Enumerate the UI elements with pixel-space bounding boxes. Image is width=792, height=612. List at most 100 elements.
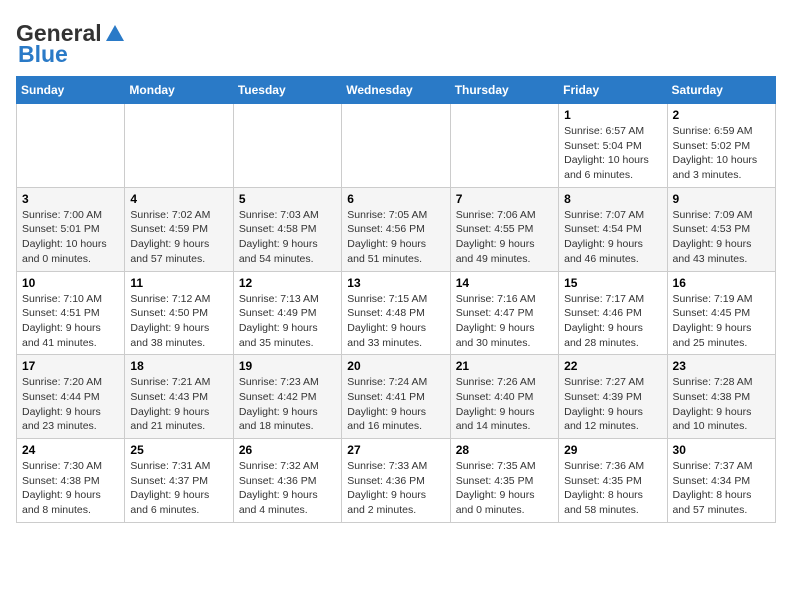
day-number: 3 [22,192,119,206]
calendar-week-row: 10Sunrise: 7:10 AMSunset: 4:51 PMDayligh… [17,271,776,355]
day-info: Sunrise: 7:15 AMSunset: 4:48 PMDaylight:… [347,292,444,351]
calendar-cell: 21 Sunrise: 7:26 AMSunset: 4:40 PMDayligh… [450,355,558,439]
day-info: Sunrise: 7:33 AMSunset: 4:36 PMDaylight:… [347,459,444,518]
calendar-cell: 10Sunrise: 7:10 AMSunset: 4:51 PMDayligh… [17,271,125,355]
calendar-cell: 16Sunrise: 7:19 AMSunset: 4:45 PMDayligh… [667,271,775,355]
day-info: Sunrise: 6:57 AMSunset: 5:04 PMDaylight:… [564,124,661,183]
calendar-table: SundayMondayTuesdayWednesdayThursdayFrid… [16,76,776,523]
calendar-cell: 29 Sunrise: 7:36 AMSunset: 4:35 PMDayligh… [559,439,667,523]
logo-blue: Blue [18,41,68,68]
day-number: 28 [456,443,553,457]
day-info: Sunrise: 7:17 AMSunset: 4:46 PMDaylight:… [564,292,661,351]
calendar-cell: 12Sunrise: 7:13 AMSunset: 4:49 PMDayligh… [233,271,341,355]
calendar-cell: 24 Sunrise: 7:30 AMSunset: 4:38 PMDayligh… [17,439,125,523]
calendar-cell [125,104,233,188]
day-number: 1 [564,108,661,122]
day-info: Sunrise: 7:36 AMSunset: 4:35 PMDaylight:… [564,459,661,518]
calendar-cell: 4Sunrise: 7:02 AMSunset: 4:59 PMDaylight… [125,187,233,271]
calendar-cell: 15 Sunrise: 7:17 AMSunset: 4:46 PMDayligh… [559,271,667,355]
day-number: 30 [673,443,770,457]
calendar-week-row: 3 Sunrise: 7:00 AMSunset: 5:01 PMDaylight… [17,187,776,271]
calendar-header-row: SundayMondayTuesdayWednesdayThursdayFrid… [17,77,776,104]
day-info: Sunrise: 7:23 AMSunset: 4:42 PMDaylight:… [239,375,336,434]
calendar-cell [17,104,125,188]
weekday-header: Friday [559,77,667,104]
weekday-header: Tuesday [233,77,341,104]
calendar-cell: 23 Sunrise: 7:28 AMSunset: 4:38 PMDayligh… [667,355,775,439]
calendar-week-row: 1 Sunrise: 6:57 AMSunset: 5:04 PMDaylight… [17,104,776,188]
day-number: 5 [239,192,336,206]
calendar-cell: 20Sunrise: 7:24 AMSunset: 4:41 PMDayligh… [342,355,450,439]
calendar-week-row: 17 Sunrise: 7:20 AMSunset: 4:44 PMDayligh… [17,355,776,439]
calendar-cell: 27 Sunrise: 7:33 AMSunset: 4:36 PMDayligh… [342,439,450,523]
page-header: General Blue [16,16,776,68]
day-number: 29 [564,443,661,457]
day-number: 22 [564,359,661,373]
day-number: 18 [130,359,227,373]
calendar-cell: 17 Sunrise: 7:20 AMSunset: 4:44 PMDayligh… [17,355,125,439]
day-info: Sunrise: 7:37 AMSunset: 4:34 PMDaylight:… [673,459,770,518]
day-number: 21 [456,359,553,373]
day-info: Sunrise: 7:07 AMSunset: 4:54 PMDaylight:… [564,208,661,267]
day-info: Sunrise: 7:28 AMSunset: 4:38 PMDaylight:… [673,375,770,434]
day-number: 27 [347,443,444,457]
day-info: Sunrise: 7:27 AMSunset: 4:39 PMDaylight:… [564,375,661,434]
day-number: 14 [456,276,553,290]
weekday-header: Thursday [450,77,558,104]
day-info: Sunrise: 7:09 AMSunset: 4:53 PMDaylight:… [673,208,770,267]
day-info: Sunrise: 7:32 AMSunset: 4:36 PMDaylight:… [239,459,336,518]
day-info: Sunrise: 7:21 AMSunset: 4:43 PMDaylight:… [130,375,227,434]
day-info: Sunrise: 7:00 AMSunset: 5:01 PMDaylight:… [22,208,119,267]
day-number: 11 [130,276,227,290]
day-info: Sunrise: 7:03 AMSunset: 4:58 PMDaylight:… [239,208,336,267]
calendar-cell [450,104,558,188]
weekday-header: Wednesday [342,77,450,104]
calendar-cell: 25Sunrise: 7:31 AMSunset: 4:37 PMDayligh… [125,439,233,523]
day-info: Sunrise: 7:26 AMSunset: 4:40 PMDaylight:… [456,375,553,434]
day-number: 7 [456,192,553,206]
day-number: 6 [347,192,444,206]
logo: General Blue [16,20,126,68]
calendar-cell: 9Sunrise: 7:09 AMSunset: 4:53 PMDaylight… [667,187,775,271]
day-number: 8 [564,192,661,206]
weekday-header: Sunday [17,77,125,104]
day-info: Sunrise: 6:59 AMSunset: 5:02 PMDaylight:… [673,124,770,183]
day-number: 16 [673,276,770,290]
day-number: 24 [22,443,119,457]
calendar-cell: 2 Sunrise: 6:59 AMSunset: 5:02 PMDaylight… [667,104,775,188]
day-info: Sunrise: 7:10 AMSunset: 4:51 PMDaylight:… [22,292,119,351]
day-info: Sunrise: 7:13 AMSunset: 4:49 PMDaylight:… [239,292,336,351]
calendar-cell [233,104,341,188]
logo-icon [104,23,126,45]
calendar-cell: 18 Sunrise: 7:21 AMSunset: 4:43 PMDayligh… [125,355,233,439]
day-number: 26 [239,443,336,457]
calendar-cell: 22 Sunrise: 7:27 AMSunset: 4:39 PMDayligh… [559,355,667,439]
calendar-cell: 30 Sunrise: 7:37 AMSunset: 4:34 PMDayligh… [667,439,775,523]
day-info: Sunrise: 7:06 AMSunset: 4:55 PMDaylight:… [456,208,553,267]
weekday-header: Monday [125,77,233,104]
day-number: 2 [673,108,770,122]
day-number: 13 [347,276,444,290]
day-number: 23 [673,359,770,373]
calendar-cell: 5 Sunrise: 7:03 AMSunset: 4:58 PMDaylight… [233,187,341,271]
day-info: Sunrise: 7:12 AMSunset: 4:50 PMDaylight:… [130,292,227,351]
day-info: Sunrise: 7:05 AMSunset: 4:56 PMDaylight:… [347,208,444,267]
calendar-cell [342,104,450,188]
calendar-cell: 7 Sunrise: 7:06 AMSunset: 4:55 PMDaylight… [450,187,558,271]
calendar-cell: 8 Sunrise: 7:07 AMSunset: 4:54 PMDaylight… [559,187,667,271]
day-info: Sunrise: 7:20 AMSunset: 4:44 PMDaylight:… [22,375,119,434]
calendar-body: 1 Sunrise: 6:57 AMSunset: 5:04 PMDaylight… [17,104,776,523]
day-info: Sunrise: 7:35 AMSunset: 4:35 PMDaylight:… [456,459,553,518]
day-info: Sunrise: 7:24 AMSunset: 4:41 PMDaylight:… [347,375,444,434]
calendar-header: SundayMondayTuesdayWednesdayThursdayFrid… [17,77,776,104]
day-info: Sunrise: 7:31 AMSunset: 4:37 PMDaylight:… [130,459,227,518]
day-number: 17 [22,359,119,373]
calendar-cell: 11 Sunrise: 7:12 AMSunset: 4:50 PMDayligh… [125,271,233,355]
day-number: 19 [239,359,336,373]
weekday-header: Saturday [667,77,775,104]
calendar-week-row: 24 Sunrise: 7:30 AMSunset: 4:38 PMDayligh… [17,439,776,523]
calendar-cell: 1 Sunrise: 6:57 AMSunset: 5:04 PMDaylight… [559,104,667,188]
day-number: 15 [564,276,661,290]
day-info: Sunrise: 7:30 AMSunset: 4:38 PMDaylight:… [22,459,119,518]
calendar-cell: 26 Sunrise: 7:32 AMSunset: 4:36 PMDayligh… [233,439,341,523]
